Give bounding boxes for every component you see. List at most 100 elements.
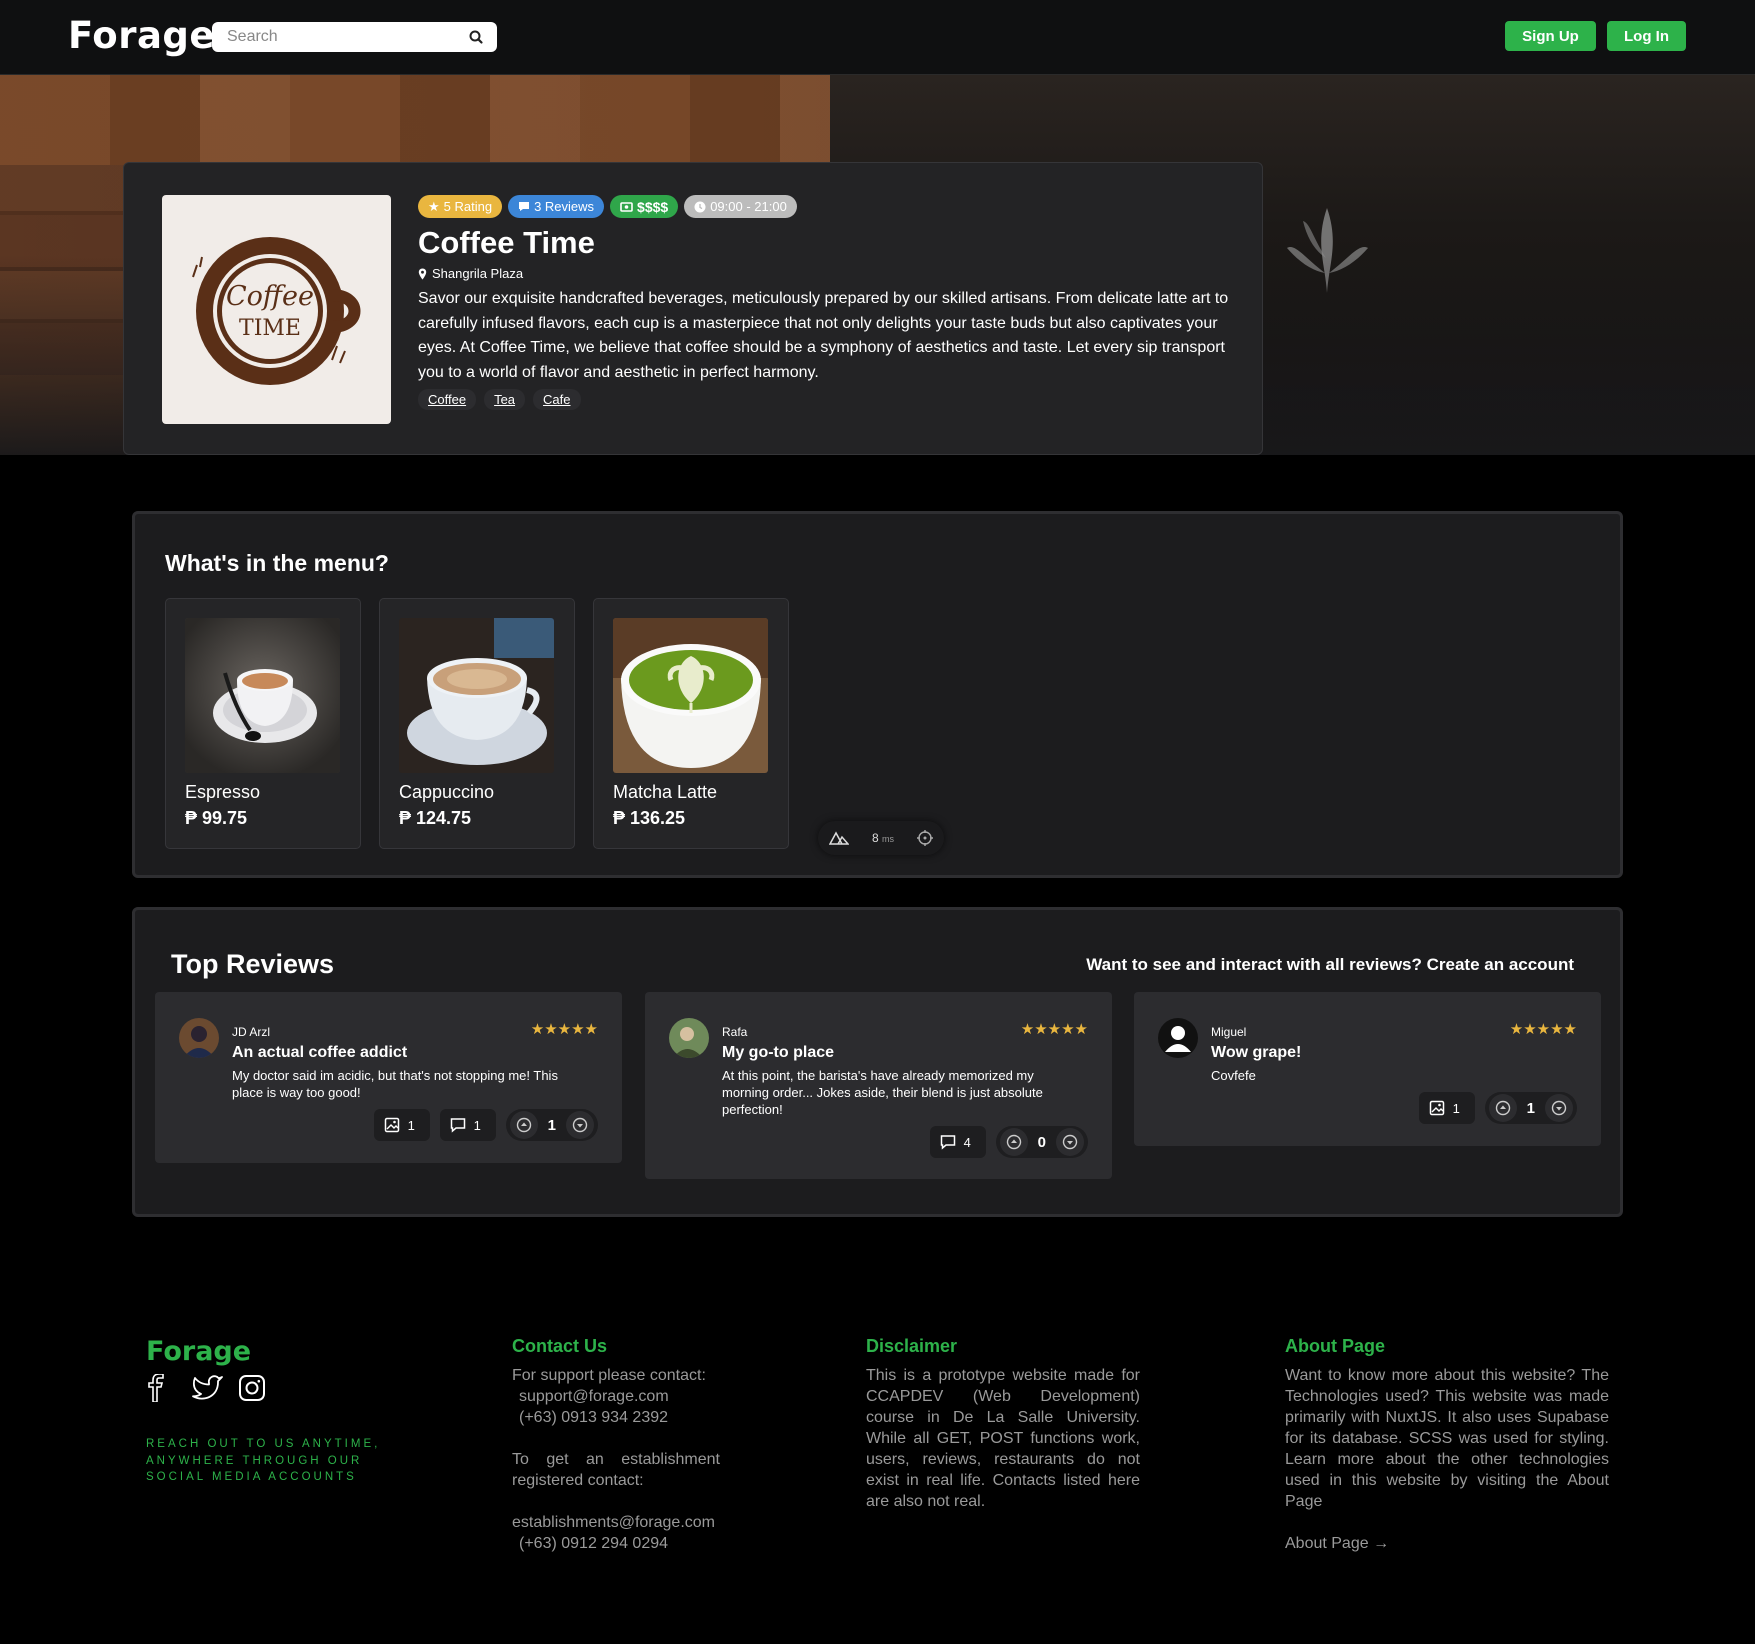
store-tags: Coffee Tea Cafe xyxy=(418,389,581,410)
vote-count: 0 xyxy=(1037,1133,1046,1151)
menu-section: What's in the menu? Espresso ₱ 99.75 Cap… xyxy=(132,511,1623,878)
target-icon[interactable] xyxy=(916,830,933,846)
review-author[interactable]: Rafa xyxy=(722,1025,747,1039)
top-navbar: Forage Sign Up Log In xyxy=(0,0,1755,75)
about-column: About Page Want to know more about this … xyxy=(1285,1336,1609,1554)
review-card[interactable]: Rafa ★★★★★ My go-to place At this point,… xyxy=(645,992,1112,1179)
rating-badge: ★ 5 Rating xyxy=(418,195,503,218)
comments-button[interactable]: 4 xyxy=(929,1126,986,1158)
menu-item-cappuccino[interactable]: Cappuccino ₱ 124.75 xyxy=(379,598,575,849)
hours-badge: 09:00 - 21:00 xyxy=(684,195,797,218)
comment-icon xyxy=(450,1118,465,1133)
downvote-icon[interactable] xyxy=(1056,1128,1084,1156)
devbar-timing: 8 ms xyxy=(871,831,895,845)
disclaimer-column: Disclaimer This is a prototype website m… xyxy=(866,1336,1140,1512)
comment-icon xyxy=(519,202,530,211)
support-email[interactable]: support@forage.com xyxy=(512,1386,722,1407)
downvote-icon[interactable] xyxy=(566,1111,594,1139)
avatar xyxy=(669,1018,709,1058)
about-heading: About Page xyxy=(1285,1336,1386,1356)
support-intro: For support please contact: xyxy=(512,1367,706,1384)
review-title: An actual coffee addict xyxy=(232,1044,408,1061)
review-stars: ★★★★★ xyxy=(1020,1021,1088,1038)
tag-cafe[interactable]: Cafe xyxy=(533,389,581,410)
search-icon[interactable] xyxy=(468,29,484,45)
review-actions: 4 0 xyxy=(929,1126,1088,1158)
cash-icon xyxy=(620,202,633,212)
star-icon: ★ xyxy=(428,198,440,214)
images-count: 1 xyxy=(407,1117,415,1133)
create-account-cta[interactable]: Want to see and interact with all review… xyxy=(1086,955,1574,975)
twitter-icon[interactable] xyxy=(192,1374,223,1402)
image-icon xyxy=(1429,1100,1444,1116)
review-card[interactable]: JD Arzl ★★★★★ An actual coffee addict My… xyxy=(155,992,622,1163)
clock-icon xyxy=(694,201,706,212)
disclaimer-heading: Disclaimer xyxy=(866,1336,958,1356)
review-body: Covfefe xyxy=(1211,1068,1256,1083)
instagram-icon[interactable] xyxy=(238,1374,266,1402)
log-in-button[interactable]: Log In xyxy=(1607,21,1686,51)
coffee-cup-logo-icon: Coffee TIME xyxy=(192,237,361,385)
review-body: My doctor said im acidic, but that's not… xyxy=(232,1068,558,1100)
vote-count: 1 xyxy=(1526,1099,1535,1117)
images-button[interactable]: 1 xyxy=(373,1109,430,1141)
dev-toolbar[interactable]: 8 ms xyxy=(818,821,944,855)
facebook-icon[interactable] xyxy=(146,1373,174,1403)
store-badges: ★ 5 Rating 3 Reviews $$$$ 09:00 - 21:00 xyxy=(418,195,797,218)
establishment-phone: (+63) 0912 294 0294 xyxy=(519,1535,669,1552)
store-logo: Coffee TIME xyxy=(162,195,391,424)
tag-tea[interactable]: Tea xyxy=(484,389,526,410)
search-input[interactable] xyxy=(212,22,452,52)
about-text: Want to know more about this website? Th… xyxy=(1285,1367,1609,1510)
store-location-text: Shangrila Plaza xyxy=(432,266,524,281)
matcha-latte-image xyxy=(613,618,768,773)
hours-badge-text: 09:00 - 21:00 xyxy=(710,199,787,214)
search-bar xyxy=(212,22,497,52)
sign-up-button[interactable]: Sign Up xyxy=(1505,21,1596,51)
tag-coffee[interactable]: Coffee xyxy=(418,389,477,410)
upvote-icon[interactable] xyxy=(1488,1094,1517,1122)
store-name: Coffee Time xyxy=(418,225,595,260)
review-actions: 1 1 1 xyxy=(373,1109,598,1141)
review-title: Wow grape! xyxy=(1211,1044,1302,1061)
footer-logo[interactable]: Forage xyxy=(146,1336,251,1367)
menu-item-espresso[interactable]: Espresso ₱ 99.75 xyxy=(165,598,361,849)
images-count: 1 xyxy=(1452,1100,1460,1116)
map-pin-icon xyxy=(418,268,427,279)
downvote-icon[interactable] xyxy=(1545,1094,1573,1122)
footer: Forage REACH OUT TO US ANYTIME, ANYWHERE… xyxy=(0,1300,1755,1644)
establishment-email[interactable]: establishments@forage.com xyxy=(512,1512,722,1533)
avatar xyxy=(179,1018,219,1058)
nuxt-logo-icon xyxy=(829,831,850,845)
review-body: At this point, the barista's have alread… xyxy=(722,1068,1043,1117)
contact-column: Contact Us For support please contact: s… xyxy=(512,1336,722,1554)
store-description: Savor our exquisite handcrafted beverage… xyxy=(418,290,1229,381)
vote-control: 0 xyxy=(995,1126,1088,1158)
menu-item-price: ₱ 136.25 xyxy=(613,808,686,828)
upvote-icon[interactable] xyxy=(509,1111,538,1139)
top-reviews-section: Top Reviews Want to see and interact wit… xyxy=(132,907,1623,1217)
menu-item-matcha-latte[interactable]: Matcha Latte ₱ 136.25 xyxy=(593,598,789,849)
social-links xyxy=(146,1373,266,1403)
review-stars: ★★★★★ xyxy=(1509,1021,1577,1038)
review-author[interactable]: Miguel xyxy=(1211,1025,1246,1039)
comments-button[interactable]: 1 xyxy=(439,1109,496,1141)
reviews-badge[interactable]: 3 Reviews xyxy=(508,195,605,218)
price-badge-text: $$$$ xyxy=(637,198,669,215)
images-button[interactable]: 1 xyxy=(1418,1092,1475,1124)
menu-item-price: ₱ 99.75 xyxy=(185,808,248,828)
review-actions: 1 1 xyxy=(1418,1092,1577,1124)
vote-count: 1 xyxy=(547,1116,556,1134)
svg-text:Coffee: Coffee xyxy=(226,281,314,312)
menu-item-name: Cappuccino xyxy=(399,782,495,802)
vote-control: 1 xyxy=(505,1109,598,1141)
store-location: Shangrila Plaza xyxy=(418,266,523,281)
site-logo[interactable]: Forage xyxy=(68,14,215,57)
about-page-link[interactable]: About Page → xyxy=(1285,1533,1609,1554)
image-icon xyxy=(384,1117,399,1133)
review-author[interactable]: JD Arzl xyxy=(232,1025,270,1039)
upvote-icon[interactable] xyxy=(999,1128,1028,1156)
review-card[interactable]: Miguel ★★★★★ Wow grape! Covfefe 1 1 xyxy=(1134,992,1601,1146)
reviews-title: Top Reviews xyxy=(171,949,335,979)
price-badge: $$$$ xyxy=(610,195,679,218)
